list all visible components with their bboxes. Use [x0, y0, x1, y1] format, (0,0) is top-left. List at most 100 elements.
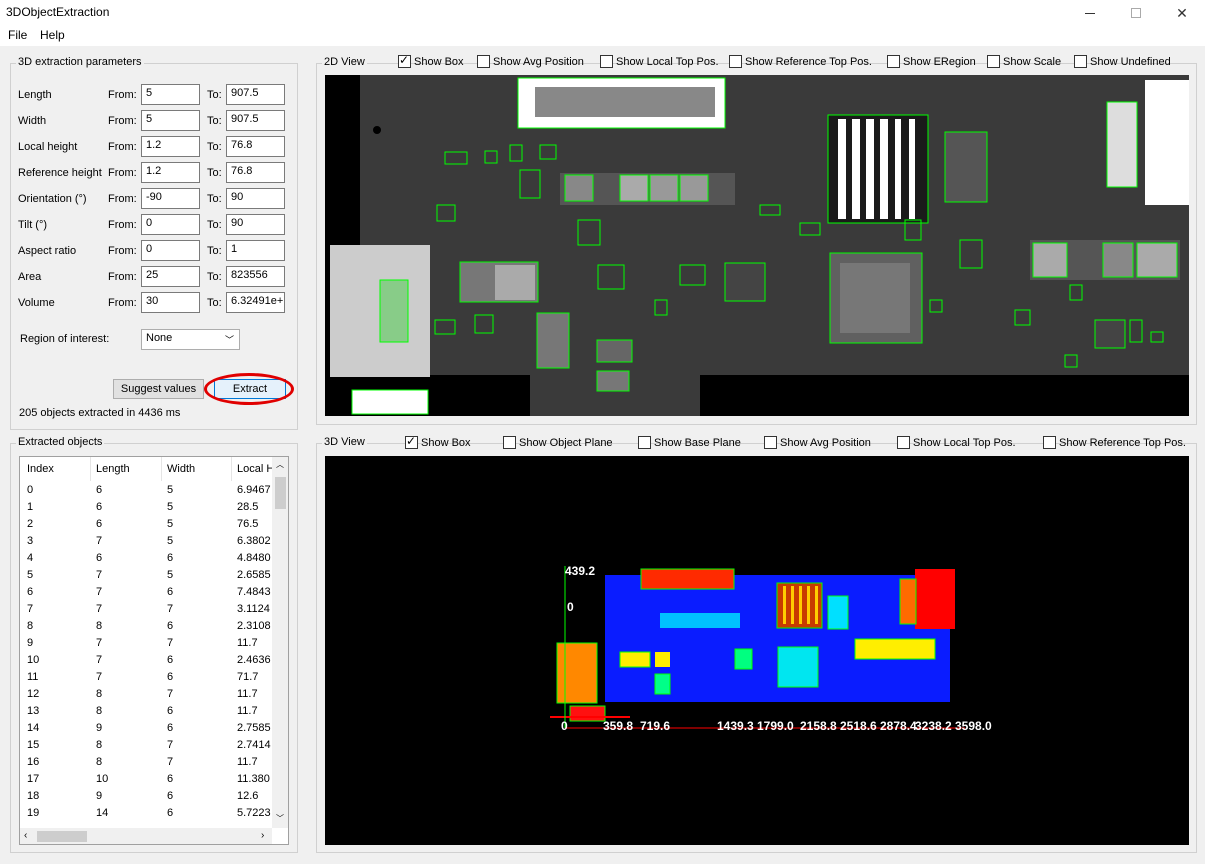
table-row[interactable]: 6 7 6 7.4843 — [20, 584, 272, 601]
objects-table[interactable]: Index Length Width Local H 0 6 5 6.9467 1 6 5 2… — [19, 456, 289, 845]
table-row[interactable]: 14 9 6 2.7585 — [20, 720, 272, 737]
view2d-checkbox-show-scale[interactable]: Show Scale — [987, 55, 1061, 68]
checkbox-box[interactable] — [764, 436, 777, 449]
length-from-input[interactable]: 5 — [141, 84, 200, 105]
view2d-checkbox-show-eregion[interactable]: Show ERegion — [887, 55, 976, 68]
table-cell: 5 — [167, 535, 174, 547]
axis-y-top-label: 439.2 — [565, 564, 595, 578]
checkbox-box[interactable] — [405, 434, 418, 449]
close-icon: ✕ — [1176, 4, 1188, 21]
aspect-ratio-to-input[interactable]: 1 — [226, 240, 285, 261]
view3d-checkbox-show-avg-position[interactable]: Show Avg Position — [764, 436, 871, 449]
column-header-local-height[interactable]: Local H — [237, 463, 274, 475]
reference-height-from-input[interactable]: 1.2 — [141, 162, 200, 183]
table-row[interactable]: 1 6 5 28.5 — [20, 499, 272, 516]
local-height-to-input[interactable]: 76.8 — [226, 136, 285, 157]
table-row[interactable]: 7 7 7 3.1124 — [20, 601, 272, 618]
table-row[interactable]: 0 6 5 6.9467 — [20, 482, 272, 499]
reference-height-to-input[interactable]: 76.8 — [226, 162, 285, 183]
table-row[interactable]: 16 8 7 11.7 — [20, 754, 272, 771]
table-cell: 0 — [27, 484, 34, 496]
close-button[interactable]: ✕ — [1159, 0, 1205, 26]
checkbox-box[interactable] — [398, 53, 411, 68]
table-row[interactable]: 8 8 6 2.3108 — [20, 618, 272, 635]
table-row[interactable]: 3 7 5 6.3802 — [20, 533, 272, 550]
table-row[interactable]: 11 7 6 71.7 — [20, 669, 272, 686]
roi-select[interactable]: None ﹀ — [141, 329, 240, 350]
table-row[interactable]: 17 10 6 11.380 — [20, 771, 272, 788]
table-row[interactable]: 2 6 5 76.5 — [20, 516, 272, 533]
orientation-to-input[interactable]: 90 — [226, 188, 285, 209]
checkbox-box[interactable] — [477, 55, 490, 68]
aspect-ratio-from-input[interactable]: 0 — [141, 240, 200, 261]
checkbox-box[interactable] — [503, 436, 516, 449]
view2d-checkbox-show-avg-position[interactable]: Show Avg Position — [477, 55, 584, 68]
table-row[interactable]: 15 8 7 2.7414 — [20, 737, 272, 754]
axis-x-tick: 3238.2 — [915, 719, 952, 733]
width-to-input[interactable]: 907.5 — [226, 110, 285, 131]
view3d-checkbox-show-reference-top-pos[interactable]: Show Reference Top Pos. — [1043, 436, 1186, 449]
table-row[interactable]: 5 7 5 2.6585 — [20, 567, 272, 584]
volume-from-input[interactable]: 30 — [141, 292, 200, 313]
axis-x-tick: 2518.6 — [840, 719, 877, 733]
table-row[interactable]: 18 9 6 12.6 — [20, 788, 272, 805]
checkbox-box[interactable] — [897, 436, 910, 449]
checkbox-box[interactable] — [729, 55, 742, 68]
menu-file[interactable]: File — [8, 28, 27, 42]
checkbox-box[interactable] — [638, 436, 651, 449]
table-row[interactable]: 19 14 6 5.7223 — [20, 805, 272, 822]
column-header-length[interactable]: Length — [96, 463, 130, 475]
scroll-up-icon[interactable]: ︿ — [276, 459, 284, 470]
minimize-button[interactable] — [1067, 0, 1113, 26]
area-to-input[interactable]: 823556 — [226, 266, 285, 287]
column-header-index[interactable]: Index — [27, 463, 54, 475]
to-label: To: — [207, 193, 222, 205]
table-cell: 11.7 — [237, 756, 258, 768]
horizontal-scroll-thumb[interactable] — [37, 831, 87, 842]
column-header-width[interactable]: Width — [167, 463, 195, 475]
table-cell: 2.7585 — [237, 722, 271, 734]
view2d-checkbox-show-box[interactable]: Show Box — [398, 53, 464, 68]
tilt-from-input[interactable]: 0 — [141, 214, 200, 235]
minimize-icon — [1085, 12, 1095, 14]
roi-value: None — [146, 332, 173, 344]
view3d-canvas[interactable]: 439.2 0 0 359.8 719.6 1439.3 1799.0 2158… — [325, 456, 1189, 845]
to-label: To: — [207, 167, 222, 179]
table-row[interactable]: 10 7 6 2.4636 — [20, 652, 272, 669]
view2d-canvas[interactable] — [325, 75, 1189, 416]
table-row[interactable]: 12 8 7 11.7 — [20, 686, 272, 703]
checkbox-box[interactable] — [887, 55, 900, 68]
length-to-input[interactable]: 907.5 — [226, 84, 285, 105]
table-row[interactable]: 9 7 7 11.7 — [20, 635, 272, 652]
local-height-from-input[interactable]: 1.2 — [141, 136, 200, 157]
view2d-checkbox-show-undefined[interactable]: Show Undefined — [1074, 55, 1171, 68]
view2d-checkbox-show-local-top-pos[interactable]: Show Local Top Pos. — [600, 55, 719, 68]
orientation-from-input[interactable]: -90 — [141, 188, 200, 209]
checkbox-box[interactable] — [987, 55, 1000, 68]
vertical-scroll-thumb[interactable] — [275, 477, 286, 509]
width-from-input[interactable]: 5 — [141, 110, 200, 131]
horizontal-scrollbar[interactable]: ‹ › — [20, 828, 272, 844]
scroll-left-icon[interactable]: ‹ — [24, 830, 27, 841]
table-row[interactable]: 13 8 6 11.7 — [20, 703, 272, 720]
view3d-checkbox-show-object-plane[interactable]: Show Object Plane — [503, 436, 613, 449]
suggest-values-button[interactable]: Suggest values — [113, 379, 204, 399]
checkbox-box[interactable] — [1074, 55, 1087, 68]
view3d-checkbox-show-base-plane[interactable]: Show Base Plane — [638, 436, 741, 449]
menu-help[interactable]: Help — [40, 28, 65, 42]
pcb-3d-render: 439.2 0 0 359.8 719.6 1439.3 1799.0 2158… — [325, 456, 1189, 845]
area-from-input[interactable]: 25 — [141, 266, 200, 287]
table-row[interactable]: 4 6 6 4.8480 — [20, 550, 272, 567]
checkbox-box[interactable] — [600, 55, 613, 68]
view2d-checkbox-show-reference-top-pos[interactable]: Show Reference Top Pos. — [729, 55, 872, 68]
tilt-to-input[interactable]: 90 — [226, 214, 285, 235]
scroll-down-icon[interactable]: ﹀ — [276, 813, 284, 824]
view3d-checkbox-show-local-top-pos[interactable]: Show Local Top Pos. — [897, 436, 1016, 449]
view3d-checkbox-show-box[interactable]: Show Box — [405, 434, 471, 449]
vertical-scrollbar[interactable]: ︿ ﹀ — [272, 457, 288, 828]
table-cell: 28.5 — [237, 501, 259, 513]
maximize-button[interactable] — [1113, 0, 1159, 26]
checkbox-box[interactable] — [1043, 436, 1056, 449]
volume-to-input[interactable]: 6.32491e+ — [226, 292, 285, 313]
scroll-right-icon[interactable]: › — [261, 830, 264, 841]
